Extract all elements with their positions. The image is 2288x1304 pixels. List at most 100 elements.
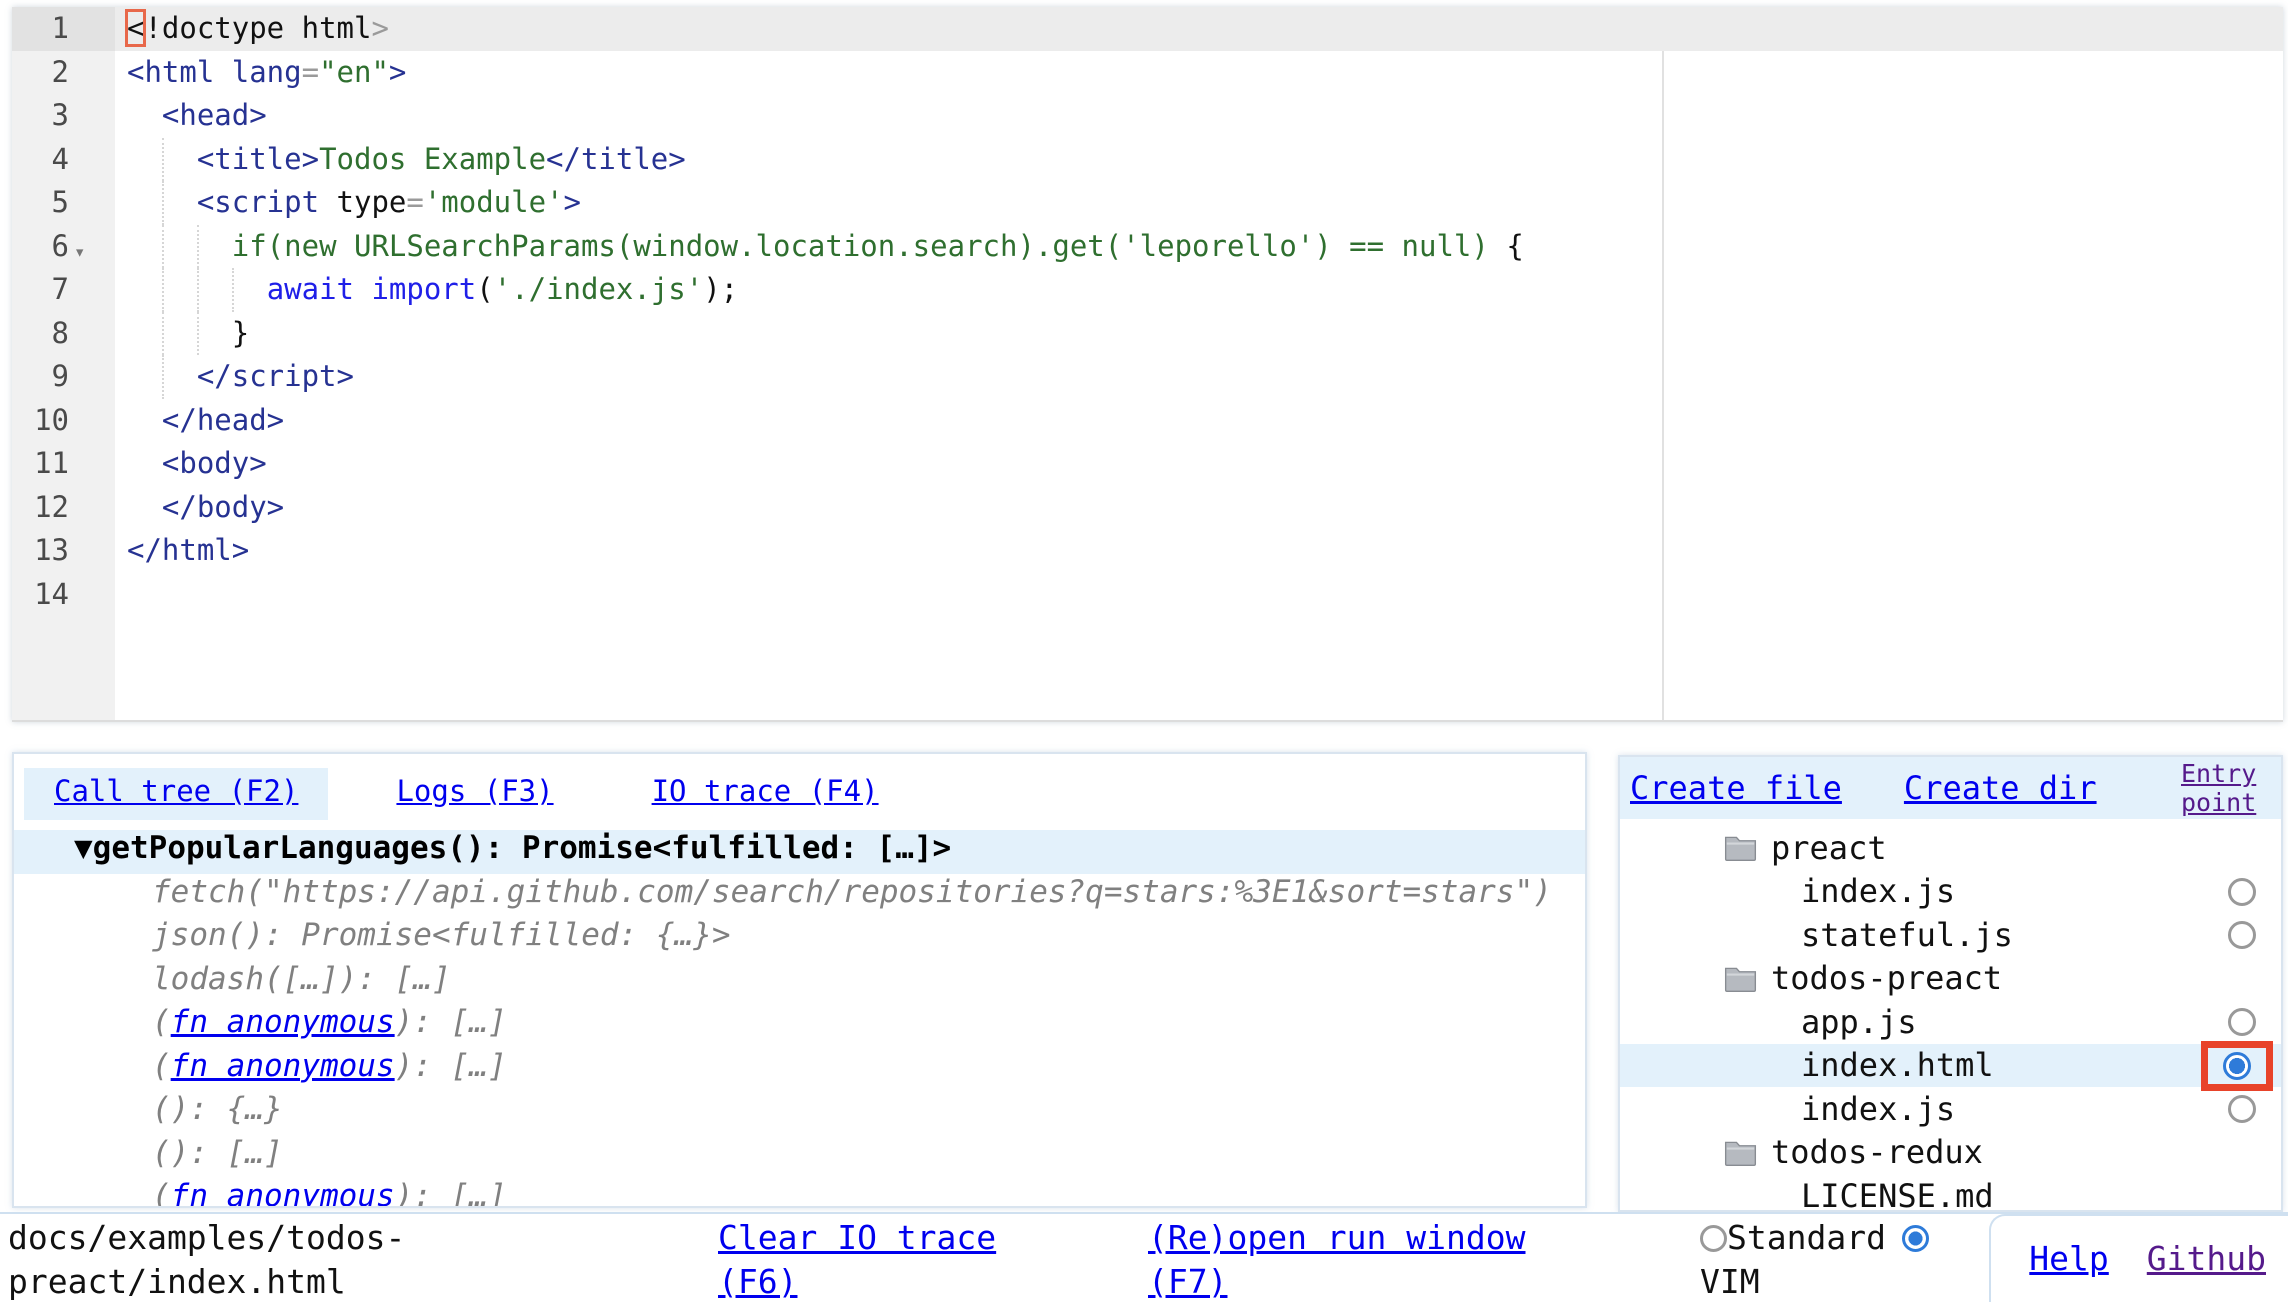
code-line[interactable]: 12 </body> xyxy=(12,486,2283,530)
editor-mode-label-vim[interactable]: VIM xyxy=(1700,1262,1760,1301)
help-link[interactable]: Help xyxy=(2029,1237,2108,1281)
folder-icon xyxy=(1724,834,1757,861)
file-row-index-js[interactable]: index.js xyxy=(1620,1087,2281,1131)
entry-point-marker xyxy=(2201,1041,2273,1091)
code-line[interactable]: 2<html lang="en"> xyxy=(12,51,2283,95)
code-text: <head> xyxy=(127,94,267,138)
call-tree-row[interactable]: fetch("https://api.github.com/search/rep… xyxy=(14,874,1585,918)
code-line[interactable]: 5 <script type='module'> xyxy=(12,181,2283,225)
current-file-path: docs/examples/todos-preact/index.html xyxy=(8,1216,410,1304)
code-line[interactable]: 14 xyxy=(12,573,2283,617)
code-text: <title>Todos Example</title> xyxy=(127,138,686,182)
line-number: 1 xyxy=(12,7,115,51)
code-text: </script> xyxy=(127,355,354,399)
editor-mode-radio-group: Standard VIM xyxy=(1700,1216,1950,1304)
call-tree-row[interactable]: (fn anonymous): […] xyxy=(14,1004,1585,1048)
code-text: await import('./index.js'); xyxy=(127,268,738,312)
folder-row-todos-preact[interactable]: todos-preact xyxy=(1620,957,2281,1001)
code-text: <!doctype html> xyxy=(127,7,389,51)
line-number: 9 xyxy=(12,355,115,399)
code-line[interactable]: 3 <head> xyxy=(12,94,2283,138)
line-number: 7 xyxy=(12,268,115,312)
code-text: <body> xyxy=(127,442,267,486)
folder-icon xyxy=(1724,1139,1757,1166)
panel-tabs: Call tree (F2) Logs (F3) IO trace (F4) xyxy=(14,754,1585,830)
code-line[interactable]: 9 </script> xyxy=(12,355,2283,399)
code-text: } xyxy=(127,312,249,356)
file-row-index-html[interactable]: index.html xyxy=(1620,1044,2281,1088)
file-tree-item-label: todos-redux xyxy=(1771,1133,1983,1171)
fn-anonymous-link[interactable]: fn anonymous xyxy=(171,1004,395,1040)
create-dir-link[interactable]: Create dir xyxy=(1904,769,2097,807)
call-tree-row[interactable]: (): […] xyxy=(14,1135,1585,1179)
line-number: 5 xyxy=(12,181,115,225)
code-text: </html> xyxy=(127,529,249,573)
folder-icon xyxy=(1724,965,1757,992)
fn-anonymous-link[interactable]: fn anonymous xyxy=(171,1048,395,1084)
folder-row-preact[interactable]: preact xyxy=(1620,826,2281,870)
call-tree-row[interactable]: (fn anonymous): […] xyxy=(14,1178,1585,1208)
code-text: if(new URLSearchParams(window.location.s… xyxy=(127,225,1524,269)
code-line[interactable]: 8 } xyxy=(12,312,2283,356)
tab-call-tree-f2[interactable]: Call tree (F2) xyxy=(24,768,328,820)
code-line[interactable]: 6▾ if(new URLSearchParams(window.locatio… xyxy=(12,225,2283,269)
call-tree: ▼getPopularLanguages(): Promise<fulfille… xyxy=(14,830,1585,1208)
code-line[interactable]: 13 </html> xyxy=(12,529,2283,573)
create-file-link[interactable]: Create file xyxy=(1630,769,1842,807)
line-number: 13 xyxy=(12,529,115,573)
entry-point-column-header[interactable]: Entry point xyxy=(2181,759,2267,817)
file-tree-item-label: index.js xyxy=(1801,872,1955,910)
code-editor[interactable]: 1 <!doctype html>2<html lang="en">3 <head… xyxy=(12,7,2283,722)
entry-point-radio[interactable] xyxy=(2223,1052,2251,1080)
call-tree-row[interactable]: (): {…} xyxy=(14,1091,1585,1135)
call-tree-row[interactable]: ▼getPopularLanguages(): Promise<fulfille… xyxy=(14,830,1585,874)
clear-io-trace-link[interactable]: Clear IO trace (F6) xyxy=(718,1216,1048,1304)
entry-point-radio[interactable] xyxy=(2228,1008,2256,1036)
code-line[interactable]: 4 <title>Todos Example</title> xyxy=(12,138,2283,182)
entry-point-radio[interactable] xyxy=(2228,921,2256,949)
file-tree-item-label: todos-preact xyxy=(1771,959,2002,997)
vim-block-cursor: < xyxy=(127,11,144,45)
file-row-stateful-js[interactable]: stateful.js xyxy=(1620,913,2281,957)
file-tree-item-label: LICENSE.md xyxy=(1801,1177,1994,1212)
line-number: 11 xyxy=(12,442,115,486)
reopen-run-window-link[interactable]: (Re)open run window (F7) xyxy=(1148,1216,1548,1304)
line-number: 10 xyxy=(12,399,115,443)
file-tree-item-label: index.js xyxy=(1801,1090,1955,1128)
code-text: <script type='module'> xyxy=(127,181,581,225)
code-line[interactable]: 1 <!doctype html> xyxy=(12,7,2283,51)
line-number: 6 xyxy=(12,225,115,269)
call-tree-row[interactable]: json(): Promise<fulfilled: {…}> xyxy=(14,917,1585,961)
file-row-license-md[interactable]: LICENSE.md xyxy=(1620,1174,2281,1212)
file-row-app-js[interactable]: app.js xyxy=(1620,1000,2281,1044)
file-tree-item-label: preact xyxy=(1771,829,1887,867)
code-line[interactable]: 10 </head> xyxy=(12,399,2283,443)
file-tree-item-label: index.html xyxy=(1801,1046,1994,1084)
tab-io-trace-f4[interactable]: IO trace (F4) xyxy=(622,768,909,820)
line-number: 2 xyxy=(12,51,115,95)
folder-row-todos-redux[interactable]: todos-redux xyxy=(1620,1131,2281,1175)
line-number: 4 xyxy=(12,138,115,182)
call-tree-row[interactable]: (fn anonymous): […] xyxy=(14,1048,1585,1092)
editor-mode-label-standard[interactable]: Standard xyxy=(1727,1218,1886,1257)
line-number: 3 xyxy=(12,94,115,138)
file-tree-item-label: stateful.js xyxy=(1801,916,2013,954)
code-line[interactable]: 11 <body> xyxy=(12,442,2283,486)
entry-point-radio[interactable] xyxy=(2228,878,2256,906)
file-tree-panel: Create file Create dir Entry point preac… xyxy=(1618,755,2283,1212)
call-tree-row[interactable]: lodash([…]): […] xyxy=(14,961,1585,1005)
line-number: 14 xyxy=(12,573,115,617)
code-line[interactable]: 7 await import('./index.js'); xyxy=(12,268,2283,312)
code-lines[interactable]: 1 <!doctype html>2<html lang="en">3 <head… xyxy=(12,7,2283,616)
github-link[interactable]: Github xyxy=(2147,1237,2266,1281)
fn-anonymous-link[interactable]: fn anonymous xyxy=(171,1178,395,1208)
entry-point-radio[interactable] xyxy=(2228,1095,2256,1123)
call-tree-panel: Call tree (F2) Logs (F3) IO trace (F4) ▼ge… xyxy=(12,752,1587,1208)
file-row-index-js[interactable]: index.js xyxy=(1620,870,2281,914)
line-number: 8 xyxy=(12,312,115,356)
code-text: </body> xyxy=(127,486,284,530)
editor-mode-radio-standard[interactable] xyxy=(1700,1225,1727,1252)
file-tree: preact index.js stateful.js todos-preactapp… xyxy=(1620,819,2281,1212)
editor-mode-radio-vim[interactable] xyxy=(1902,1225,1929,1252)
tab-logs-f3[interactable]: Logs (F3) xyxy=(366,768,583,820)
